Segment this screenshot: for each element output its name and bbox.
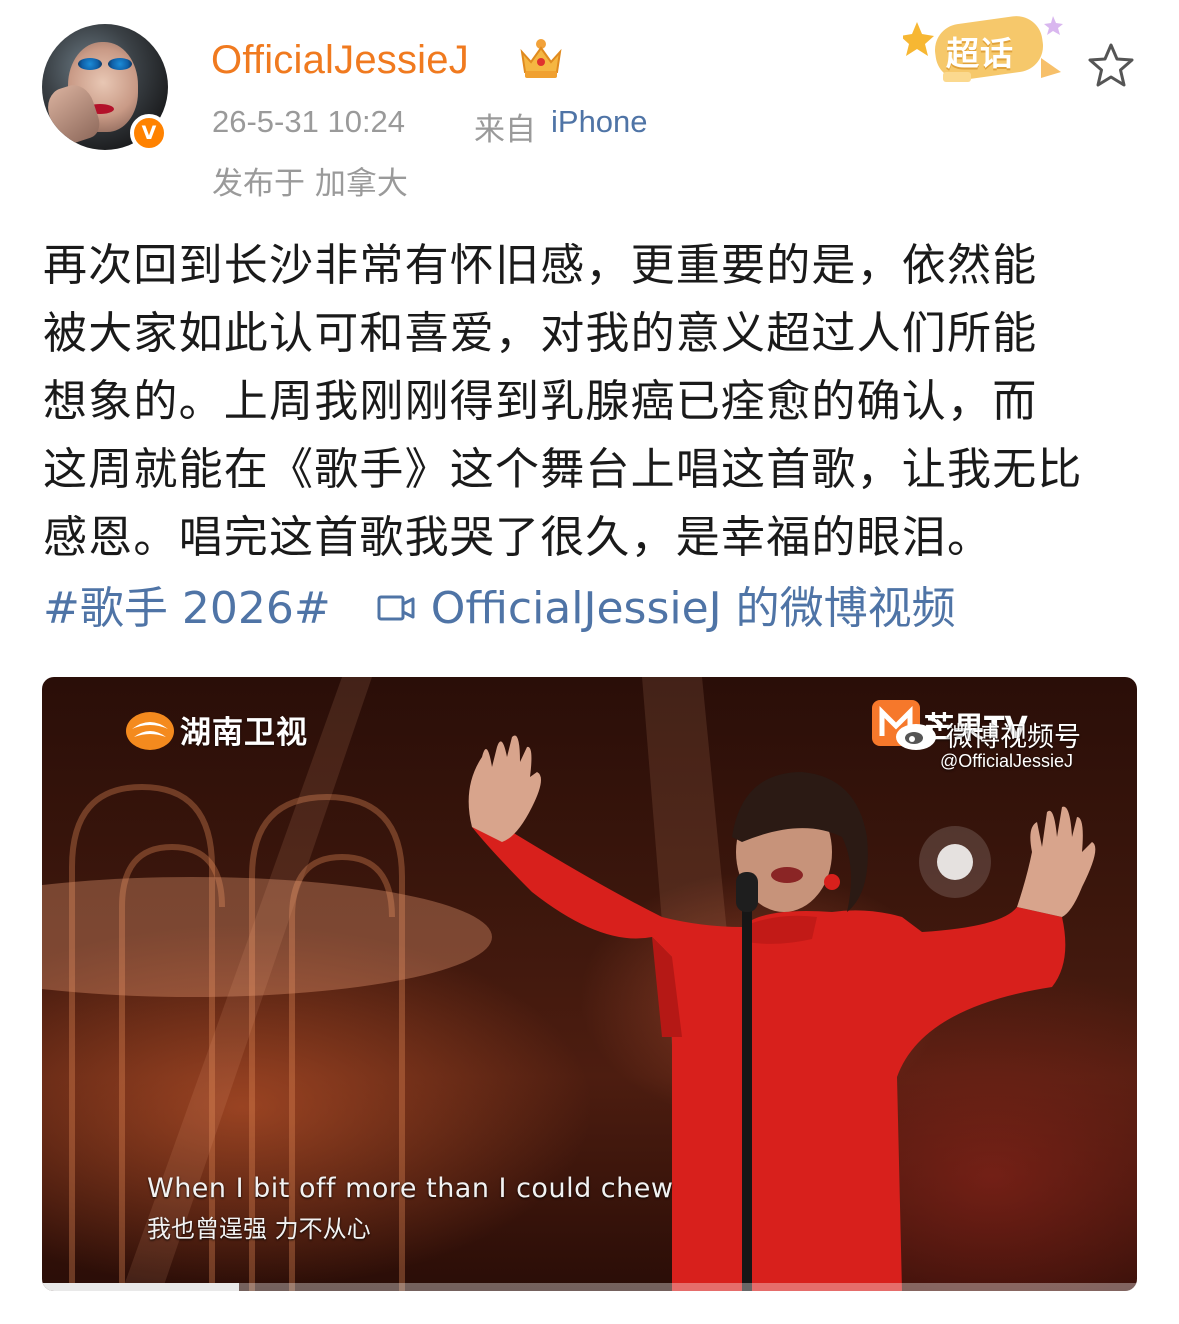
subtitle-english: When I bit off more than I could chew [147, 1173, 674, 1204]
video-link[interactable]: OfficialJessieJ 的微博视频 [431, 575, 956, 643]
singer [468, 735, 1096, 1291]
post-text-line: 感恩。唱完这首歌我哭了很久，是幸福的眼泪。 [43, 512, 993, 563]
weibo-icon [896, 717, 942, 750]
post-text-line: 被大家如此认可和喜爱，对我的意义超过人们所能 [43, 308, 1038, 359]
video-player[interactable]: 湖南卫视 芒果TV 微博视频号 @OfficialJessieJ When I … [42, 677, 1137, 1291]
username[interactable]: OfficialJessieJ [211, 38, 469, 83]
hashtag-link[interactable]: #歌手 2026# [43, 575, 331, 643]
post-text: 再次回到长沙非常有怀旧感，更重要的是，依然能 被大家如此认可和喜爱，对我的意义超… [43, 232, 1153, 572]
post-text-line: 再次回到长沙非常有怀旧感，更重要的是，依然能 [43, 240, 1038, 291]
video-progress-bar[interactable] [42, 1283, 1137, 1291]
source-prefix: 来自 [474, 112, 536, 148]
channel-label: 湖南卫视 [180, 715, 308, 751]
video-progress-fill [42, 1283, 240, 1291]
avatar-eye [78, 58, 102, 70]
avatar-eye [108, 58, 132, 70]
star-icon[interactable] [1085, 40, 1137, 92]
weibo-channel-label: 微博视频号 [946, 722, 1081, 753]
supertopic-label[interactable]: 超话 [946, 27, 1014, 75]
weibo-handle: @OfficialJessieJ [940, 751, 1073, 771]
video-icon [377, 595, 415, 621]
post-text-line: 想象的。上周我刚刚得到乳腺癌已痊愈的确认，而 [43, 376, 1038, 427]
weibo-post: V OfficialJessieJ 26-5-31 10:24 来自 iPhon… [0, 0, 1179, 1324]
post-location: 发布于 加拿大 [212, 166, 408, 202]
post-timestamp: 26-5-31 10:24 [212, 104, 406, 139]
crown-icon [520, 39, 562, 78]
verified-badge-icon: V [130, 114, 168, 152]
subtitle-chinese: 我也曾逞强 力不从心 [147, 1215, 371, 1243]
post-text-line: 这周就能在《歌手》这个舞台上唱这首歌，让我无比 [43, 444, 1083, 495]
post-links: #歌手 2026# OfficialJessieJ 的微博视频 [43, 575, 956, 643]
source-device-link[interactable]: iPhone [551, 104, 648, 140]
